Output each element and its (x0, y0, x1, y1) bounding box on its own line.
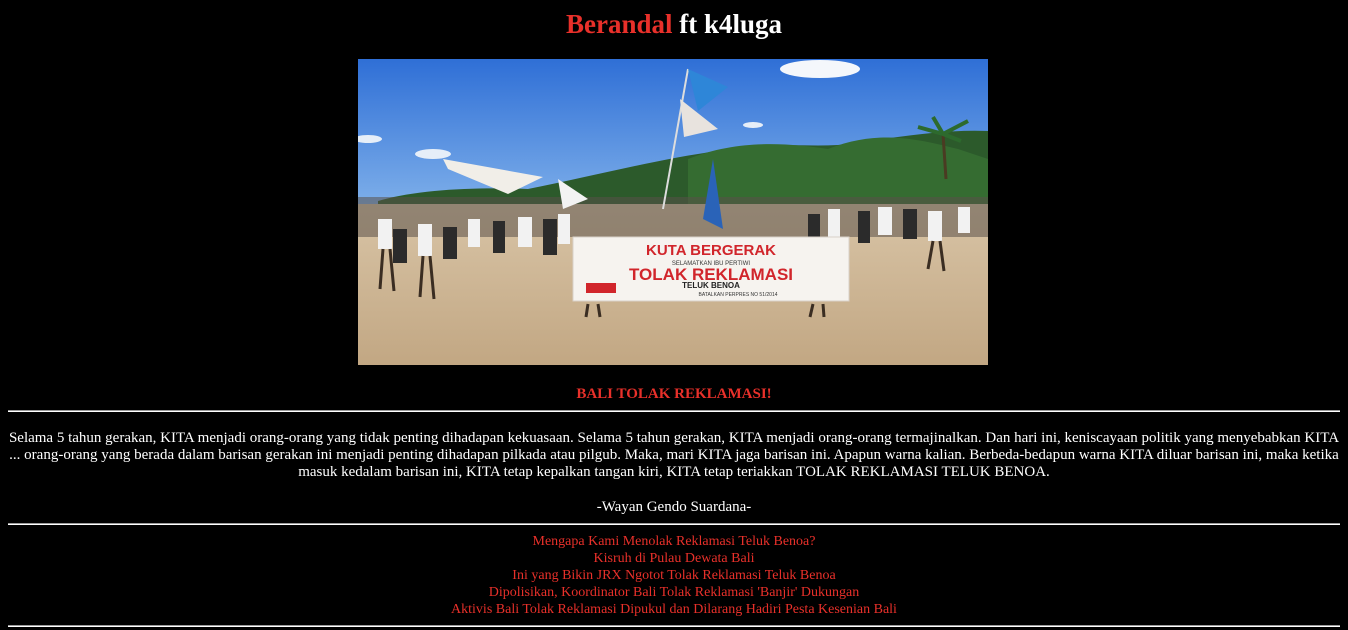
divider (8, 625, 1340, 627)
link-mengapa-menolak[interactable]: Mengapa Kami Menolak Reklamasi Teluk Ben… (533, 534, 816, 549)
divider (8, 523, 1340, 525)
banner-line4: TELUK BENOA (682, 281, 740, 290)
link-dipolisikan[interactable]: Dipolisikan, Koordinator Bali Tolak Rekl… (489, 585, 859, 600)
banner-line1: KUTA BERGERAK (646, 242, 776, 259)
list-item: Aktivis Bali Tolak Reklamasi Dipukul dan… (0, 601, 1348, 618)
banner-line5: BATALKAN PERPRES NO 51/2014 (698, 292, 777, 298)
divider (8, 410, 1340, 412)
related-links: Mengapa Kami Menolak Reklamasi Teluk Ben… (0, 533, 1348, 618)
page-title-white: ft k4luga (672, 9, 783, 39)
link-jrx-ngotot[interactable]: Ini yang Bikin JRX Ngotot Tolak Reklamas… (512, 568, 835, 583)
page-title-red: Berandal (565, 9, 673, 39)
quote-author: -Wayan Gendo Suardana- (596, 499, 752, 515)
list-item: Ini yang Bikin JRX Ngotot Tolak Reklamas… (0, 567, 1348, 584)
list-item: Kisruh di Pulau Dewata Bali (0, 550, 1348, 567)
list-item: Mengapa Kami Menolak Reklamasi Teluk Ben… (0, 533, 1348, 550)
protest-photo: KUTA BERGERAK SELAMATKAN IBU PERTIWI TOL… (358, 59, 988, 365)
headline: BALI TOLAK REKLAMASI! (576, 386, 772, 402)
list-item: Dipolisikan, Koordinator Bali Tolak Rekl… (0, 584, 1348, 601)
page: Berandal ft k4luga KUTA BERGERAK SELAMAT… (0, 0, 1348, 630)
link-aktivis-dipukul[interactable]: Aktivis Bali Tolak Reklamasi Dipukul dan… (451, 602, 897, 617)
link-kisruh-bali[interactable]: Kisruh di Pulau Dewata Bali (594, 551, 755, 566)
quote-paragraph: Selama 5 tahun gerakan, KITA menjadi ora… (8, 430, 1340, 480)
page-title: Berandal ft k4luga (0, 0, 1348, 44)
